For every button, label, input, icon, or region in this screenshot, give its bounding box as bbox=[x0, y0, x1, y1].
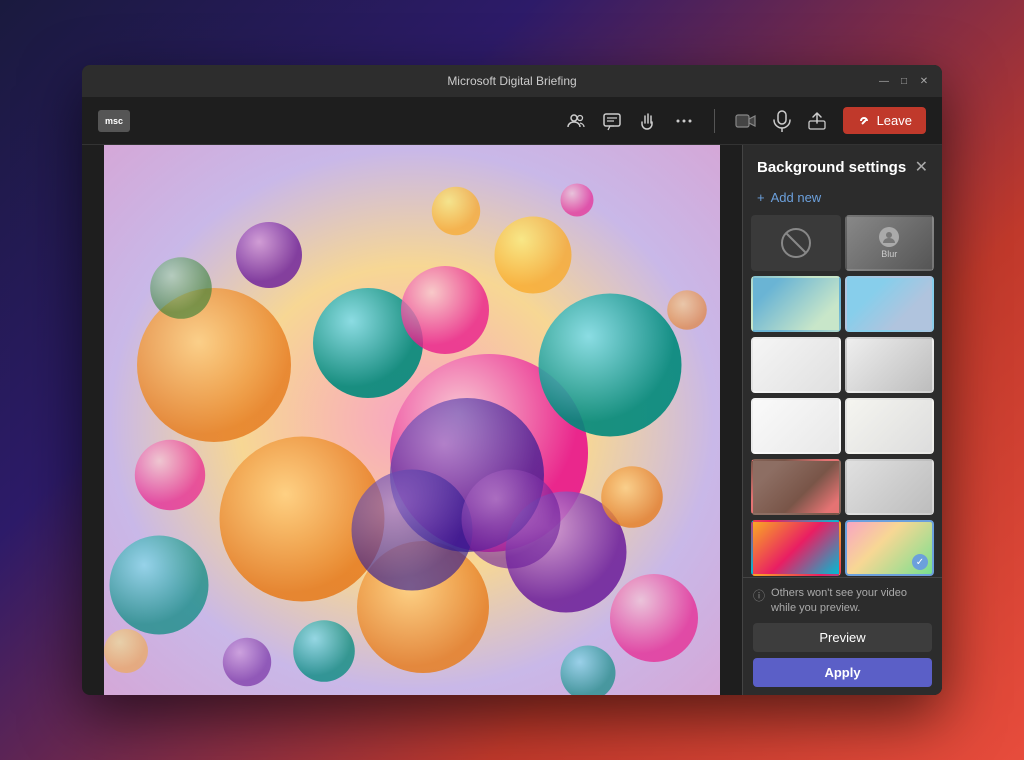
info-icon: ⓘ bbox=[753, 587, 765, 604]
toolbar-divider bbox=[714, 109, 715, 133]
background-room2[interactable] bbox=[845, 276, 935, 332]
minimize-button[interactable]: — bbox=[878, 75, 890, 87]
more-icon[interactable] bbox=[674, 111, 694, 131]
video-toggle-icon[interactable] bbox=[735, 112, 757, 130]
add-new-label: Add new bbox=[771, 190, 822, 205]
sidebar-header: Background settings ✕ bbox=[743, 145, 942, 184]
background-room7[interactable] bbox=[751, 459, 841, 515]
add-new-icon: + bbox=[757, 190, 765, 205]
background-balls1[interactable] bbox=[751, 520, 841, 576]
maximize-button[interactable]: □ bbox=[898, 75, 910, 87]
share-icon[interactable] bbox=[807, 111, 827, 131]
mic-icon[interactable] bbox=[773, 110, 791, 132]
panel-title: Background settings bbox=[757, 159, 906, 176]
background-room4[interactable] bbox=[845, 337, 935, 393]
apply-button[interactable]: Apply bbox=[753, 658, 932, 687]
hand-icon[interactable] bbox=[638, 111, 658, 131]
blur-label: Blur bbox=[881, 249, 897, 259]
background-settings-panel: Background settings ✕ + Add new bbox=[742, 145, 942, 695]
background-room6[interactable] bbox=[845, 398, 935, 454]
video-area bbox=[82, 145, 742, 695]
background-room3[interactable] bbox=[751, 337, 841, 393]
window-title: Microsoft Digital Briefing bbox=[447, 74, 576, 88]
backgrounds-grid: Blur ✓ bbox=[743, 215, 942, 577]
people-icon[interactable] bbox=[566, 111, 586, 131]
video-background bbox=[82, 145, 742, 695]
background-blur[interactable]: Blur bbox=[845, 215, 935, 271]
toolbar: msc bbox=[82, 97, 942, 145]
main-content: Background settings ✕ + Add new bbox=[82, 145, 942, 695]
chat-icon[interactable] bbox=[602, 111, 622, 131]
background-room1[interactable] bbox=[751, 276, 841, 332]
title-bar: Microsoft Digital Briefing — □ ✕ bbox=[82, 65, 942, 97]
selected-checkmark: ✓ bbox=[912, 554, 928, 570]
toolbar-icons: Leave bbox=[566, 107, 926, 134]
close-button[interactable]: ✕ bbox=[918, 75, 930, 87]
preview-notice: ⓘ Others won't see your video while you … bbox=[753, 586, 932, 615]
main-window: Microsoft Digital Briefing — □ ✕ msc bbox=[82, 65, 942, 695]
panel-close-button[interactable]: ✕ bbox=[915, 160, 928, 176]
background-room5[interactable] bbox=[751, 398, 841, 454]
leave-label: Leave bbox=[877, 113, 912, 128]
background-room8[interactable] bbox=[845, 459, 935, 515]
window-controls: — □ ✕ bbox=[878, 75, 930, 87]
background-balls2[interactable]: ✓ bbox=[845, 520, 935, 576]
add-new-button[interactable]: + Add new bbox=[743, 184, 942, 215]
app-logo: msc bbox=[98, 110, 130, 132]
background-none[interactable] bbox=[751, 215, 841, 271]
sidebar-footer: ⓘ Others won't see your video while you … bbox=[743, 577, 942, 695]
preview-button[interactable]: Preview bbox=[753, 623, 932, 652]
preview-notice-text: Others won't see your video while you pr… bbox=[771, 586, 932, 615]
leave-button[interactable]: Leave bbox=[843, 107, 926, 134]
